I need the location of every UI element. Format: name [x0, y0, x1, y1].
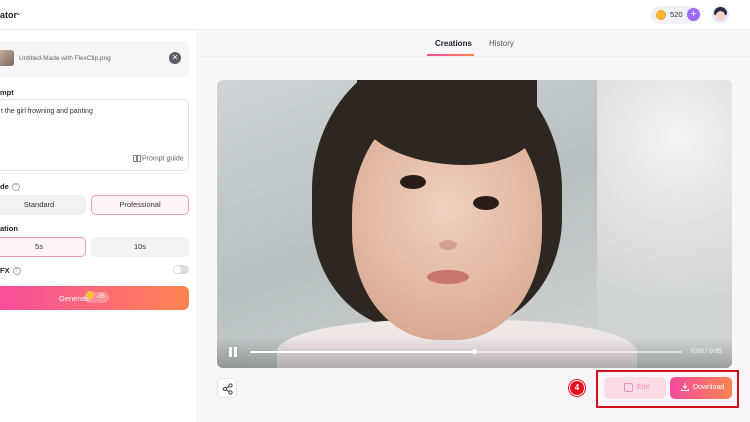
- results-panel: Creations History 0:03 / 0:05 4 Edit Dow…: [199, 31, 750, 422]
- image-thumbnail: [0, 50, 14, 66]
- coin-icon: [656, 10, 666, 20]
- duration-5s-button[interactable]: 5s: [0, 237, 86, 257]
- pause-icon[interactable]: [229, 347, 237, 357]
- generate-cost: -35: [84, 291, 109, 303]
- prompt-input[interactable]: t the girl frowning and panting Prompt g…: [0, 99, 189, 171]
- settings-panel: Untitled-Made with FlexClip.png ✕ mpt t …: [0, 31, 198, 422]
- edit-button[interactable]: Edit: [604, 377, 666, 399]
- progress-handle[interactable]: [472, 349, 478, 354]
- download-icon: [681, 383, 689, 391]
- video-player[interactable]: 0:03 / 0:05: [217, 80, 732, 368]
- help-icon[interactable]: ?: [11, 183, 20, 192]
- book-icon: [133, 155, 141, 162]
- prompt-text[interactable]: t the girl frowning and panting: [1, 108, 93, 115]
- duration-label: ation: [0, 224, 18, 233]
- step-badge: 4: [569, 380, 585, 396]
- mode-standard-button[interactable]: Standard: [0, 195, 86, 215]
- prompt-guide-label: Prompt guide: [142, 155, 184, 163]
- uploaded-image-card: Untitled-Made with FlexClip.png ✕: [0, 41, 189, 77]
- mode-label: de?: [0, 182, 20, 192]
- file-name: Untitled-Made with FlexClip.png: [19, 55, 111, 62]
- download-button[interactable]: Download: [670, 377, 732, 399]
- add-credits-button[interactable]: +: [687, 8, 700, 21]
- edit-icon: [624, 383, 633, 392]
- video-progress-bar[interactable]: [250, 349, 682, 354]
- download-label: Download: [693, 384, 725, 391]
- credit-count: 520: [670, 10, 683, 19]
- remove-image-button[interactable]: ✕: [169, 52, 181, 64]
- generate-button[interactable]: Generate -35: [0, 286, 189, 310]
- edit-label: Edit: [637, 384, 650, 391]
- avatar[interactable]: [712, 6, 729, 23]
- coin-icon: [86, 291, 94, 300]
- top-bar: ator ⌄ 520 +: [0, 0, 750, 30]
- sfx-toggle[interactable]: [173, 265, 189, 274]
- chevron-down-icon[interactable]: ⌄: [15, 8, 22, 17]
- tab-history[interactable]: History: [489, 39, 514, 48]
- prompt-label: mpt: [0, 88, 14, 97]
- prompt-guide-link[interactable]: Prompt guide: [133, 155, 184, 162]
- video-controls: 0:03 / 0:05: [217, 338, 732, 368]
- share-button[interactable]: [217, 378, 237, 398]
- share-icon: [222, 383, 233, 395]
- duration-10s-button[interactable]: 10s: [91, 237, 189, 257]
- help-icon[interactable]: ?: [12, 267, 21, 276]
- sfx-label: FX?: [0, 266, 21, 276]
- mode-professional-button[interactable]: Professional: [91, 195, 189, 215]
- tab-creations[interactable]: Creations: [435, 39, 472, 48]
- video-time: 0:03 / 0:05: [691, 348, 722, 355]
